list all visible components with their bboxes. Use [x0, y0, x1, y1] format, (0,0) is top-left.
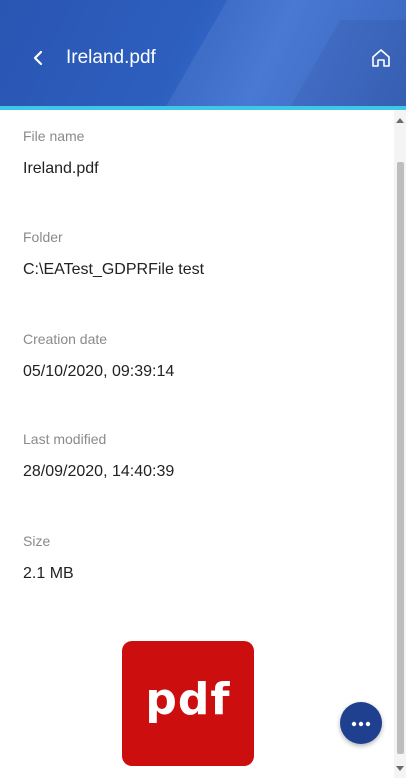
size-field: Size 2.1 MB: [23, 533, 74, 583]
last-modified-label: Last modified: [23, 431, 107, 447]
folder-field: Folder C:\EATest_GDPRFile test: [23, 229, 204, 279]
file-name-field: File name Ireland.pdf: [23, 128, 99, 178]
scrollbar-thumb[interactable]: [397, 162, 404, 754]
size-label: Size: [23, 533, 51, 549]
scroll-up-arrow-icon[interactable]: [396, 118, 404, 123]
pdf-file-icon-label: pdf: [145, 674, 231, 725]
folder-label: Folder: [23, 229, 63, 245]
more-horizontal-icon: [351, 714, 371, 732]
creation-date-value: 05/10/2020, 09:39:14: [23, 363, 175, 380]
scrollbar[interactable]: [394, 110, 406, 778]
scroll-down-arrow-icon[interactable]: [396, 766, 404, 771]
pdf-file-icon: pdf: [122, 641, 254, 766]
home-button[interactable]: [366, 45, 396, 75]
file-name-value: Ireland.pdf: [23, 160, 99, 177]
creation-date-label: Creation date: [23, 331, 108, 347]
more-options-button[interactable]: [340, 702, 382, 744]
last-modified-field: Last modified 28/09/2020, 14:40:39: [23, 431, 174, 481]
file-name-label: File name: [23, 128, 85, 144]
back-button[interactable]: [24, 46, 52, 74]
home-icon: [370, 47, 392, 74]
size-value: 2.1 MB: [23, 565, 74, 582]
page-title: Ireland.pdf: [66, 47, 156, 68]
last-modified-value: 28/09/2020, 14:40:39: [23, 463, 175, 480]
chevron-left-icon: [31, 49, 45, 72]
app-header: Ireland.pdf: [0, 0, 406, 106]
creation-date-field: Creation date 05/10/2020, 09:39:14: [23, 331, 174, 381]
folder-value: C:\EATest_GDPRFile test: [23, 261, 205, 278]
